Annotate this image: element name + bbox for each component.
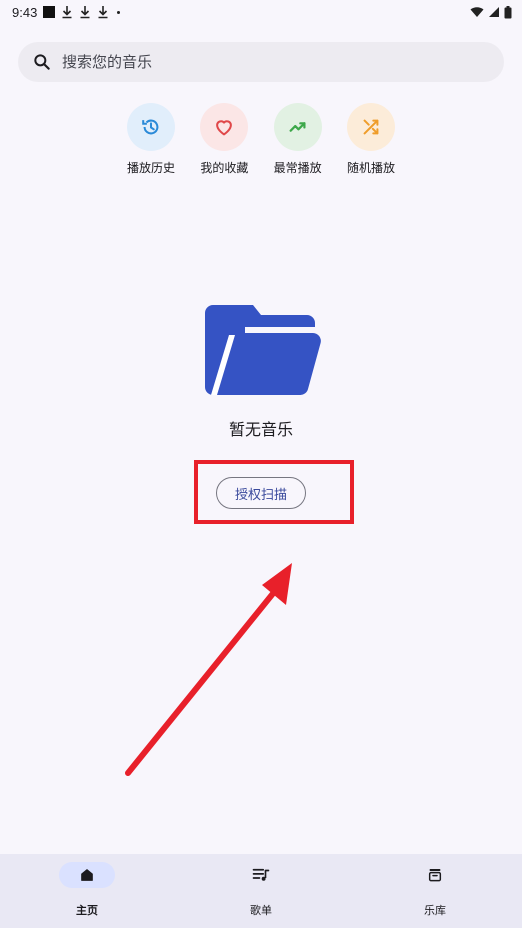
nav-label: 歌单 (250, 904, 272, 917)
download-icon (80, 6, 90, 19)
status-right (470, 5, 522, 19)
heart-icon (216, 120, 233, 136)
app-screen: 9:43 搜索您的音乐 播放历史 我的收藏 最常播放 随机播放 暂无音乐 授权扫… (0, 0, 522, 928)
nav-indicator[interactable] (59, 862, 115, 888)
bottom-navigation: 主页 歌单 乐库 (0, 854, 522, 928)
library-icon (428, 869, 442, 882)
quick-actions: 播放历史 我的收藏 最常播放 随机播放 (122, 103, 400, 176)
nav-label: 主页 (76, 904, 98, 917)
nav-item-home[interactable]: 主页 (0, 854, 174, 928)
status-time: 9:43 (12, 4, 38, 20)
nav-item-playlists[interactable]: 歌单 (174, 854, 348, 928)
most-played-button[interactable] (273, 103, 322, 151)
download-icon (98, 6, 108, 19)
search-bar[interactable] (18, 42, 504, 82)
status-left: 9:43 (0, 4, 121, 20)
media-stop-icon (43, 6, 56, 18)
nav-indicator[interactable] (233, 862, 289, 888)
annotation-arrow-icon (125, 563, 292, 776)
download-icon (62, 6, 72, 19)
nav-label: 乐库 (424, 904, 446, 917)
quick-action-most-played[interactable]: 最常播放 (269, 103, 327, 176)
quick-action-history[interactable]: 播放历史 (122, 103, 180, 176)
trending-up-icon (289, 122, 306, 132)
quick-action-label: 最常播放 (273, 161, 322, 175)
shuffle-icon (363, 119, 379, 135)
quick-action-shuffle[interactable]: 随机播放 (342, 103, 400, 176)
folder-open-icon (205, 305, 321, 395)
quick-action-label: 播放历史 (126, 161, 175, 175)
shuffle-button[interactable] (346, 103, 395, 151)
status-bar: 9:43 (0, 0, 522, 24)
playlist-icon (252, 868, 270, 881)
nav-indicator[interactable] (407, 862, 463, 888)
quick-action-label: 随机播放 (346, 161, 395, 175)
signal-icon (489, 7, 499, 17)
authorize-scan-button[interactable]: 授权扫描 (216, 477, 306, 509)
search-icon (34, 54, 50, 70)
quick-action-favorites[interactable]: 我的收藏 (195, 103, 253, 176)
wifi-icon (470, 7, 484, 17)
history-button[interactable] (127, 103, 175, 151)
quick-action-label: 我的收藏 (200, 161, 249, 175)
favorites-button[interactable] (200, 103, 249, 151)
search-input[interactable] (62, 53, 482, 71)
notification-dot-icon (117, 10, 121, 14)
nav-item-library[interactable]: 乐库 (348, 854, 522, 928)
home-icon (81, 869, 93, 881)
empty-state-message: 暂无音乐 (228, 420, 293, 439)
battery-icon (504, 5, 512, 18)
history-icon (142, 119, 159, 135)
